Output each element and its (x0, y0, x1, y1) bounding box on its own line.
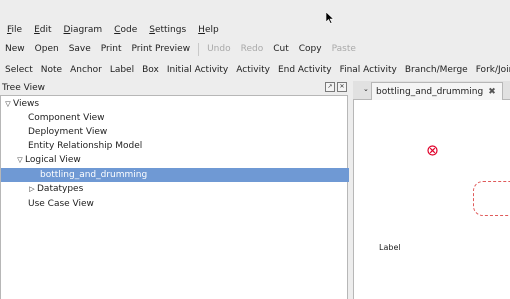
tree-view-title: Tree View (2, 83, 45, 93)
chevron-down-icon[interactable]: ⌄ (363, 85, 369, 93)
tool-activity[interactable]: Activity (232, 60, 274, 80)
tree-item-entity-relationship-model[interactable]: Entity Relationship Model (1, 139, 375, 153)
diagram-canvas[interactable]: Label (353, 100, 510, 299)
tool-branch-merge[interactable]: Branch/Merge (401, 60, 472, 80)
paste-button[interactable]: Paste (327, 39, 361, 60)
cut-button[interactable]: Cut (268, 39, 294, 60)
tree-item-bottling-and-drumming[interactable]: bottling_and_drumming (1, 168, 387, 182)
tool-fork-join[interactable]: Fork/Join (472, 60, 510, 80)
window-titlebar (0, 0, 510, 24)
triangle-down-icon[interactable]: ▽ (15, 153, 25, 167)
tree-item-use-case-view[interactable]: Use Case View (1, 197, 375, 211)
tree-item-views[interactable]: ▽ Views (1, 97, 350, 111)
triangle-down-icon[interactable]: ▽ (3, 97, 13, 111)
undo-button[interactable]: Undo (202, 39, 236, 60)
tree-view-panel[interactable]: ▽ Views Component View Deployment View En… (0, 95, 387, 299)
tool-label[interactable]: Label (106, 60, 138, 80)
tool-note[interactable]: Note (37, 60, 66, 80)
float-panel-icon[interactable]: ↗ (325, 82, 335, 92)
tree-view-controls: ↗ ✕ (325, 82, 347, 92)
menu-diagram[interactable]: Diagram (59, 22, 108, 39)
open-button[interactable]: Open (30, 39, 64, 60)
menu-edit[interactable]: Edit (29, 22, 56, 39)
new-button[interactable]: New (0, 39, 30, 60)
final-activity-node-icon[interactable] (427, 145, 438, 156)
menu-settings[interactable]: Settings (144, 22, 191, 39)
tree-item-deployment-view[interactable]: Deployment View (1, 125, 375, 139)
toolbar-separator (198, 43, 200, 56)
tree-item-datatypes[interactable]: ▷ Datatypes (1, 182, 374, 196)
tree-item-logical-view[interactable]: ▽ Logical View (1, 153, 362, 167)
menu-help[interactable]: Help (193, 22, 224, 39)
menu-code[interactable]: Code (109, 22, 142, 39)
close-icon[interactable]: ✖ (488, 87, 496, 97)
tool-initial-activity[interactable]: Initial Activity (163, 60, 232, 80)
menu-file[interactable]: File (2, 22, 27, 39)
tool-anchor[interactable]: Anchor (66, 60, 106, 80)
menubar: File Edit Diagram Code Settings Help (0, 22, 510, 39)
triangle-right-icon[interactable]: ▷ (27, 182, 37, 196)
tool-select[interactable]: Select (0, 60, 37, 80)
tree-view-header: Tree View ↗ ✕ (0, 81, 349, 95)
tool-box[interactable]: Box (138, 60, 163, 80)
diagram-toolbar: Select Note Anchor Label Box Initial Act… (0, 60, 510, 80)
diagram-tab-bar: ⌄ bottling_and_drumming ✖ (353, 81, 510, 100)
tab-bottling-and-drumming[interactable]: bottling_and_drumming ✖ (371, 82, 503, 100)
activity-node-partial[interactable] (473, 181, 510, 216)
redo-button[interactable]: Redo (236, 39, 269, 60)
main-toolbar: New Open Save Print Print Preview Undo R… (0, 39, 510, 60)
tree-item-component-view[interactable]: Component View (1, 111, 375, 125)
tool-end-activity[interactable]: End Activity (274, 60, 336, 80)
save-button[interactable]: Save (64, 39, 96, 60)
tool-final-activity[interactable]: Final Activity (336, 60, 401, 80)
close-panel-icon[interactable]: ✕ (337, 82, 347, 92)
diagram-label[interactable]: Label (379, 243, 401, 252)
copy-button[interactable]: Copy (294, 39, 327, 60)
print-preview-button[interactable]: Print Preview (126, 39, 195, 60)
print-button[interactable]: Print (96, 39, 127, 60)
